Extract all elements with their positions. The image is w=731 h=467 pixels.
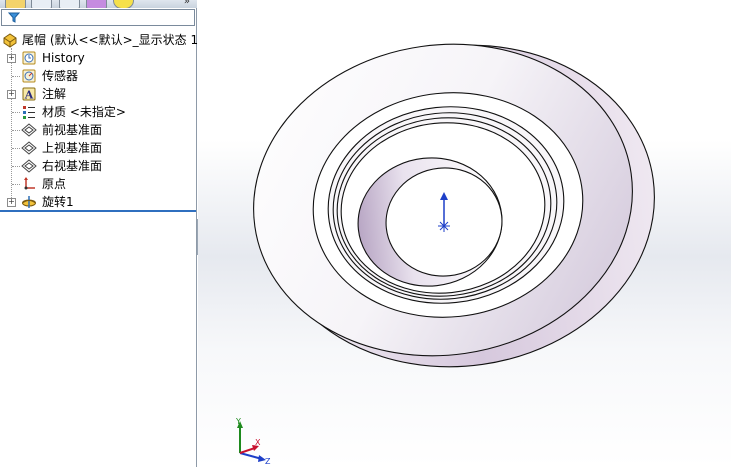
tree-item-front-plane[interactable]: 前视基准面 [0,121,197,139]
tree-item-label: 右视基准面 [42,159,103,173]
plane-icon [21,141,37,155]
propertymanager-tab[interactable] [31,0,52,8]
expand-toggle-annotations[interactable]: + [7,90,16,99]
tree-item-revolve1[interactable]: + 旋转1 [0,193,197,211]
triad-z-label: Z [265,457,271,465]
rollback-bar[interactable] [0,210,196,212]
reference-triad: Y X Z [235,417,271,465]
tree-item-material[interactable]: 材质 <未指定> [0,103,197,121]
tree-item-right-plane[interactable]: 右视基准面 [0,157,197,175]
tree-item-history[interactable]: + History [0,49,197,67]
graphics-area[interactable]: Y X Z [198,0,731,467]
origin-icon [24,177,35,190]
expand-toggle-history[interactable]: + [7,54,16,63]
tree-item-annotations[interactable]: + A 注解 [0,85,197,103]
triad-y-label: Y [235,417,241,426]
material-icon [23,106,35,119]
part-icon [3,33,17,48]
tree-item-label: 材质 <未指定> [42,105,126,119]
annotation-icon: A [22,87,36,102]
part-model-tail-cap[interactable] [198,0,731,467]
tree-item-label: 注解 [42,87,67,101]
filter-icon [8,12,20,23]
revolve-icon [22,196,36,208]
dimxpert-tab[interactable] [86,0,107,8]
triad-x-label: X [255,438,261,447]
tree-item-label: History [42,51,85,65]
tree-item-label: 原点 [42,177,67,191]
tree-item-label: 前视基准面 [42,123,103,137]
tree-item-top-plane[interactable]: 上视基准面 [0,139,197,157]
sensor-icon [22,69,36,83]
svg-text:A: A [24,89,34,102]
tree-filter-bar[interactable] [1,9,195,26]
feature-manager-panel: » 尾帽 (默认<<默认>_显示状态 1 + History 传感器 + A 注… [0,0,199,467]
configurationmanager-tab[interactable] [59,0,80,8]
tree-item-label: 传感器 [42,69,79,83]
tree-item-sensors[interactable]: 传感器 [0,67,197,85]
tree-item-label: 旋转1 [42,195,74,209]
featuremanager-tab[interactable] [5,0,26,8]
history-icon [22,51,36,65]
panel-tab-strip: » [0,0,197,8]
display-manager-tab[interactable] [113,0,134,8]
plane-icon [21,123,37,137]
tree-item-label: 上视基准面 [42,141,103,155]
tree-root-label: 尾帽 (默认<<默认>_显示状态 1 [22,33,199,47]
plane-icon [21,159,37,173]
more-tabs-button[interactable]: » [184,0,191,7]
expand-toggle-revolve1[interactable]: + [7,198,16,207]
tree-item-origin[interactable]: 原点 [0,175,197,193]
